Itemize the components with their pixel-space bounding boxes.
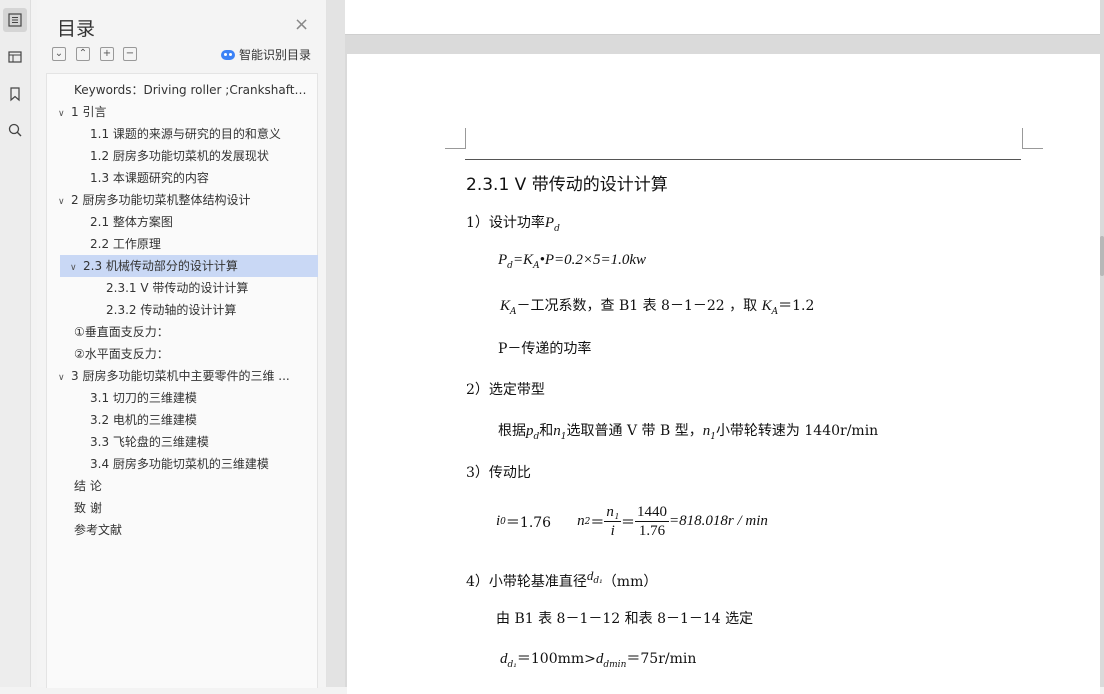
chevron-down-icon[interactable]: ∨ [58,191,71,211]
fraction-n1-over-i: n₁ i [604,504,622,539]
section-heading: 2.3.1 V 带传动的设计计算 [466,175,668,195]
close-icon[interactable]: × [294,16,309,34]
toc-item[interactable]: 3.4 厨房多功能切菜机的三维建模 [90,453,309,475]
remove-heading-icon[interactable]: − [123,47,137,61]
belt-type-text: 根据pd和n1选取普通 V 带 B 型，n1小带轮转速为 1440r/min [498,423,879,442]
smart-label: 智能识别目录 [239,48,312,62]
step-1-title: 1）设计功率Pd [466,215,560,234]
toc-item-label: 3 厨房多功能切菜机中主要零件的三维 ... [71,369,290,383]
toc-item-label: Keywords：Driving roller ;Crankshaft; ... [74,83,309,97]
add-heading-icon[interactable]: + [100,47,114,61]
toc-list: Keywords：Driving roller ;Crankshaft; ...… [46,73,318,688]
vertical-scrollbar-thumb[interactable] [1100,236,1104,276]
toc-item[interactable]: 参考文献 [74,519,309,541]
step-3-title: 3）传动比 [466,465,531,481]
previous-page-bottom [345,0,1100,35]
chevron-down-icon[interactable]: ∨ [70,257,83,277]
document-page: 2.3.1 V 带传动的设计计算 1）设计功率Pd Pd=KA•P=0.2×5=… [347,54,1100,694]
left-icon-rail [0,0,31,687]
smart-toc-button[interactable]: 智能识别目录 [221,46,311,63]
toc-item[interactable]: 2.2 工作原理 [90,233,309,255]
toc-item[interactable]: 3.2 电机的三维建模 [90,409,309,431]
step-4-title: 4）小带轮基准直径dd₁（mm） [466,568,658,590]
bookmark-icon[interactable] [3,82,27,106]
chevron-down-icon[interactable]: ∨ [58,103,71,123]
header-rule [465,159,1021,160]
step-2-title: 2）选定带型 [466,382,545,398]
toc-item[interactable]: ①垂直面支反力： [74,321,309,343]
outline-icon[interactable] [3,45,27,69]
toc-item-label: 3.2 电机的三维建模 [90,413,197,427]
toc-item[interactable]: 2.3.1 V 带传动的设计计算 [106,277,309,299]
toc-item[interactable]: ∨ 3 厨房多功能切菜机中主要零件的三维 ... [58,365,309,387]
toc-item-label: 3.4 厨房多功能切菜机的三维建模 [90,457,269,471]
toc-item[interactable]: ②水平面支反力： [74,343,309,365]
toc-item-label: 1.1 课题的来源与研究的目的和意义 [90,127,281,141]
toc-item-label: 1.3 本课题研究的内容 [90,171,209,185]
toc-item-label: 致 谢 [74,501,102,515]
fraction-1440-over-176: 1440 1.76 [635,504,670,539]
ratio-equation: i 0 ＝1.76 n 2 ＝ n₁ i ＝ 1440 1.76 =818.018r / m… [496,504,768,539]
toc-item-label: 2 厨房多功能切菜机整体结构设计 [71,193,251,207]
table-selection-text: 由 B1 表 8－1－12 和表 8－1－14 选定 [496,611,754,627]
toc-item[interactable]: 1.1 课题的来源与研究的目的和意义 [90,123,309,145]
toc-item[interactable]: 3.1 切刀的三维建模 [90,387,309,409]
toc-item[interactable]: ∨ 2 厨房多功能切菜机整体结构设计 [58,189,309,211]
toc-item-label: 3.3 飞轮盘的三维建模 [90,435,209,449]
expand-all-icon[interactable]: ⌄ [52,47,66,61]
toc-item-label: 1.2 厨房多功能切菜机的发展现状 [90,149,269,163]
toc-item-label: 参考文献 [74,523,123,537]
toc-panel: 目录 × ⌄ ⌃ + − 智能识别目录 Keywords：Driving rol… [37,0,327,688]
toc-item-label: 3.1 切刀的三维建模 [90,391,197,405]
design-power-equation: Pd=KA•P=0.2×5=1.0kw [498,252,647,271]
chevron-down-icon[interactable]: ∨ [58,367,71,387]
toc-item-label: 1 引言 [71,105,107,119]
toc-item-label: 2.2 工作原理 [90,237,161,251]
diameter-equation: dd₁＝100mm>ddmin＝75r/min [500,651,697,670]
toc-item-label: 2.3.1 V 带传动的设计计算 [106,281,249,295]
corner-mark [1022,128,1043,149]
toc-item[interactable]: 结 论 [74,475,309,497]
toc-item[interactable]: 2.3.2 传动轴的设计计算 [106,299,309,321]
toc-item-label: 2.1 整体方案图 [90,215,173,229]
p-definition: P－传递的功率 [498,341,592,357]
ka-definition: KA－工况系数，查 B1 表 8－1－22 ，取 KA＝1.2 [500,298,815,317]
toc-item[interactable]: 2.1 整体方案图 [90,211,309,233]
toc-item[interactable]: 1.3 本课题研究的内容 [90,167,309,189]
toc-item[interactable]: Keywords：Driving roller ;Crankshaft; ... [74,79,309,101]
document-area: 2.3.1 V 带传动的设计计算 1）设计功率Pd Pd=KA•P=0.2×5=… [345,0,1104,694]
toc-item[interactable]: 1.2 厨房多功能切菜机的发展现状 [90,145,309,167]
toc-item[interactable]: 致 谢 [74,497,309,519]
toc-item[interactable]: 3.3 飞轮盘的三维建模 [90,431,309,453]
toc-item-label: 2.3 机械传动部分的设计计算 [83,259,238,273]
toc-item-label: 2.3.2 传动轴的设计计算 [106,303,237,317]
toc-item-label: 结 论 [74,479,102,493]
toc-item[interactable]: ∨ 2.3 机械传动部分的设计计算 [60,255,318,277]
toc-item-label: ②水平面支反力： [74,347,169,361]
search-icon[interactable] [3,118,27,142]
toc-item[interactable]: ∨ 1 引言 [58,101,309,123]
corner-mark [445,128,466,149]
toc-item-label: ①垂直面支反力： [74,325,169,339]
collapse-all-icon[interactable]: ⌃ [76,47,90,61]
toc-panel-icon[interactable] [3,8,27,32]
smart-icon [221,49,235,60]
toc-title: 目录 [57,18,96,40]
panel-divider[interactable] [327,0,345,687]
